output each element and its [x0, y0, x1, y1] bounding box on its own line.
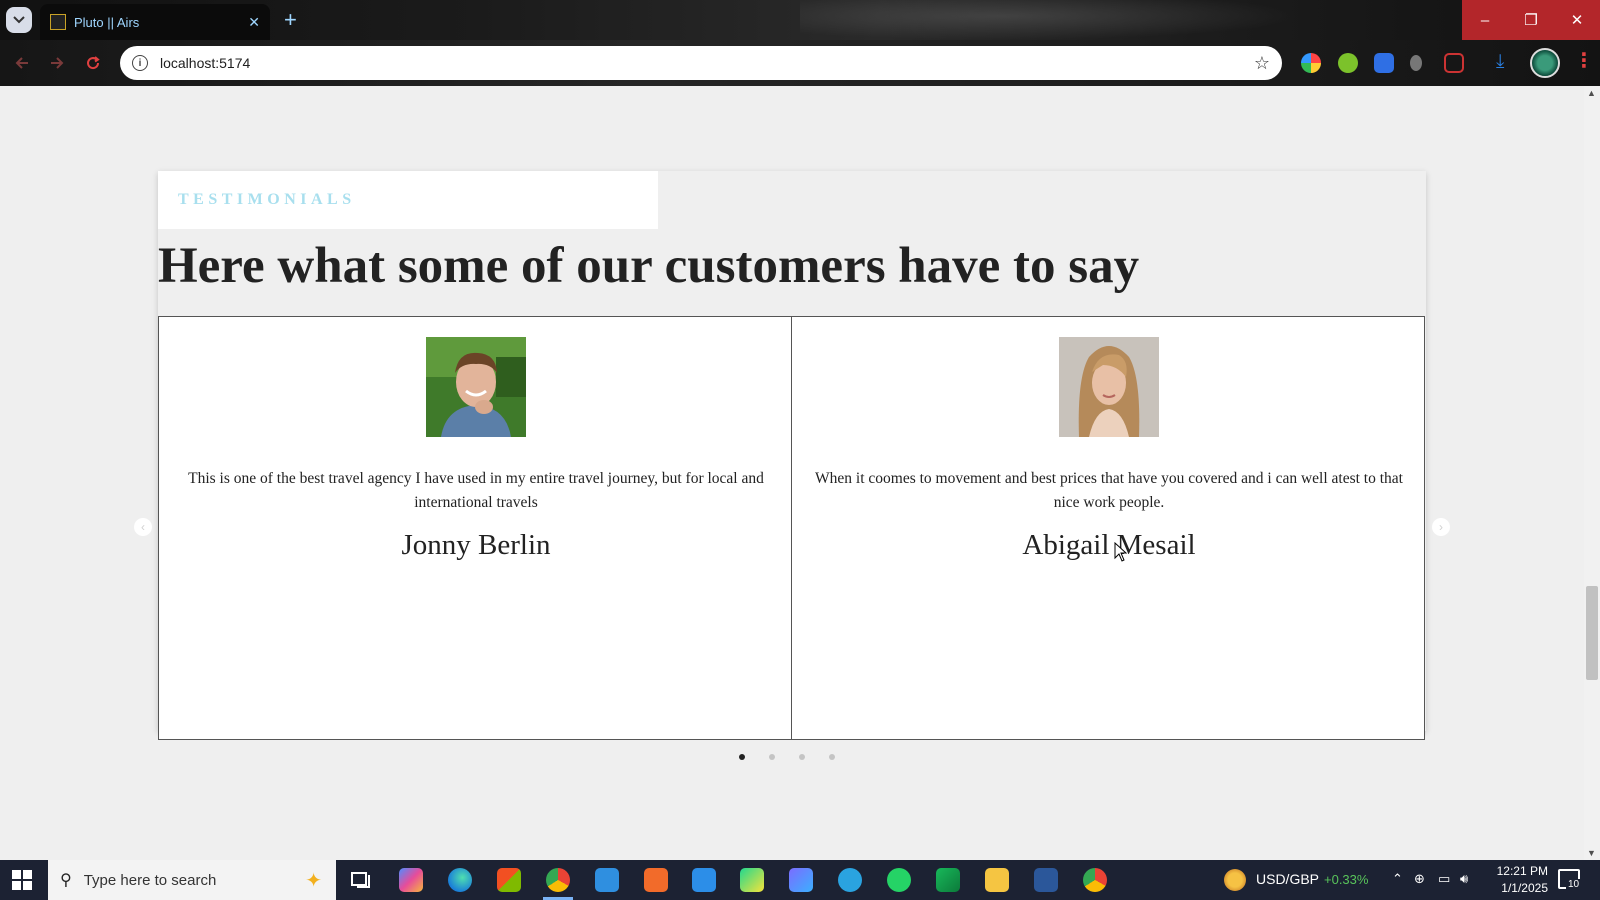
clock-date: 1/1/2025	[1501, 881, 1548, 895]
ticker-coin-icon	[1224, 869, 1246, 891]
address-bar[interactable]: i localhost:5174 ☆	[120, 46, 1282, 80]
taskbar-search-placeholder[interactable]: Type here to search	[84, 872, 306, 889]
carousel-prev-button[interactable]: ‹	[134, 518, 152, 536]
whatsapp-icon[interactable]	[887, 868, 911, 892]
window-minimize-button[interactable]: –	[1462, 0, 1508, 40]
extension-gray-icon[interactable]	[1410, 55, 1422, 71]
site-info-icon[interactable]: i	[132, 55, 148, 71]
taskbar-search[interactable]: ⚲ Type here to search ✦	[48, 860, 336, 900]
section-label: TESTIMONIALS	[178, 191, 356, 208]
new-tab-button[interactable]: +	[284, 7, 297, 33]
tab-search-button[interactable]	[6, 7, 32, 33]
language-icon[interactable]: ⊕	[1414, 871, 1425, 887]
page-scrollbar[interactable]: ▲ ▼	[1584, 86, 1600, 860]
window-restore-button[interactable]: ❐	[1508, 0, 1554, 40]
testimonial-quote: This is one of the best travel agency I …	[188, 470, 764, 511]
customer-photo-abigail	[1059, 337, 1159, 437]
notification-count: 10	[1566, 879, 1582, 890]
scrollbar-thumb[interactable]	[1586, 586, 1598, 680]
tab-title: Pluto || Airs	[74, 14, 140, 30]
scroll-down-icon[interactable]: ▼	[1587, 848, 1596, 858]
forward-button[interactable]	[44, 50, 70, 76]
reload-button[interactable]	[80, 50, 106, 76]
favicon-icon	[50, 14, 66, 30]
browser-toolbar: i localhost:5174 ☆ ⤓ ⋮	[0, 40, 1600, 86]
pycharm-icon[interactable]	[740, 868, 764, 892]
chrome-alt-icon[interactable]	[1083, 868, 1107, 892]
windows-taskbar: ⚲ Type here to search ✦ USD/GBP +0.33% ⌃…	[0, 860, 1600, 900]
chevron-down-icon	[13, 16, 25, 24]
clock-time: 12:21 PM	[1496, 864, 1548, 878]
word-icon[interactable]	[1034, 868, 1058, 892]
carousel-dot[interactable]	[769, 754, 775, 760]
ticker-label[interactable]: USD/GBP	[1256, 871, 1319, 887]
search-highlight-icon: ✦	[305, 869, 322, 892]
copilot-icon[interactable]	[399, 868, 423, 892]
customer-photo-jonny	[426, 337, 526, 437]
windows-start-icon[interactable]	[12, 870, 32, 890]
testimonial-name: Abigail Mesail	[1022, 529, 1196, 561]
volume-icon[interactable]: 🔊︎	[1460, 871, 1468, 887]
extension-color-icon[interactable]	[1301, 53, 1321, 73]
testimonial-name: Jonny Berlin	[401, 529, 551, 561]
mouse-cursor-icon	[1114, 542, 1128, 562]
window-close-button[interactable]: ✕	[1554, 0, 1600, 40]
reload-icon	[87, 56, 100, 70]
tab-close-icon[interactable]: ✕	[248, 14, 260, 31]
app-icon[interactable]	[789, 868, 813, 892]
extensions-puzzle-icon[interactable]	[1444, 53, 1464, 73]
forward-icon	[51, 57, 64, 69]
carousel-next-button[interactable]: ›	[1432, 518, 1450, 536]
ticker-value: +0.33%	[1324, 872, 1369, 887]
browser-tab-active[interactable]: Pluto || Airs ✕	[40, 4, 270, 40]
xampp-icon[interactable]	[644, 868, 668, 892]
browser-menu-icon[interactable]: ⋮	[1574, 50, 1594, 72]
task-view-icon[interactable]	[349, 868, 373, 892]
vscode-icon[interactable]	[692, 868, 716, 892]
url-text[interactable]: localhost:5174	[160, 55, 1254, 71]
back-button[interactable]	[9, 50, 35, 76]
testimonial-card: This is one of the best travel agency I …	[158, 316, 792, 740]
telegram-icon[interactable]	[838, 868, 862, 892]
back-icon	[15, 57, 28, 69]
testimonial-card: When it coomes to movement and best pric…	[791, 316, 1425, 740]
search-icon: ⚲	[60, 872, 72, 889]
chrome-icon[interactable]	[546, 868, 570, 892]
system-clock[interactable]: 12:21 PM 1/1/2025	[1490, 863, 1548, 897]
carousel-dot[interactable]	[739, 754, 745, 760]
extension-green-icon[interactable]	[1338, 53, 1358, 73]
testimonial-quote: When it coomes to movement and best pric…	[815, 470, 1403, 511]
android-studio-icon[interactable]	[936, 868, 960, 892]
extension-blue-icon[interactable]	[1374, 53, 1394, 73]
section-label-box: TESTIMONIALS	[158, 171, 658, 229]
explorer-icon[interactable]	[985, 868, 1009, 892]
profile-avatar[interactable]	[1530, 48, 1560, 78]
carousel-dot[interactable]	[799, 754, 805, 760]
carousel-dot[interactable]	[829, 754, 835, 760]
tray-expand-icon[interactable]: ⌃	[1392, 871, 1403, 887]
battery-icon[interactable]: ▭	[1438, 871, 1450, 887]
edge-icon[interactable]	[448, 868, 472, 892]
download-icon[interactable]: ⤓	[1496, 51, 1504, 73]
bookmark-star-icon[interactable]: ☆	[1254, 53, 1270, 74]
section-heading: Here what some of our customers have to …	[158, 238, 1140, 294]
scroll-up-icon[interactable]: ▲	[1587, 88, 1596, 98]
carousel-dots	[739, 754, 835, 760]
page-viewport: TESTIMONIALS Here what some of our custo…	[0, 86, 1584, 860]
mail-icon[interactable]	[595, 868, 619, 892]
testimonials-section: TESTIMONIALS Here what some of our custo…	[158, 171, 1426, 740]
browser-titlebar: Pluto || Airs ✕ + – ❐ ✕	[0, 0, 1600, 40]
store-icon[interactable]	[497, 868, 521, 892]
